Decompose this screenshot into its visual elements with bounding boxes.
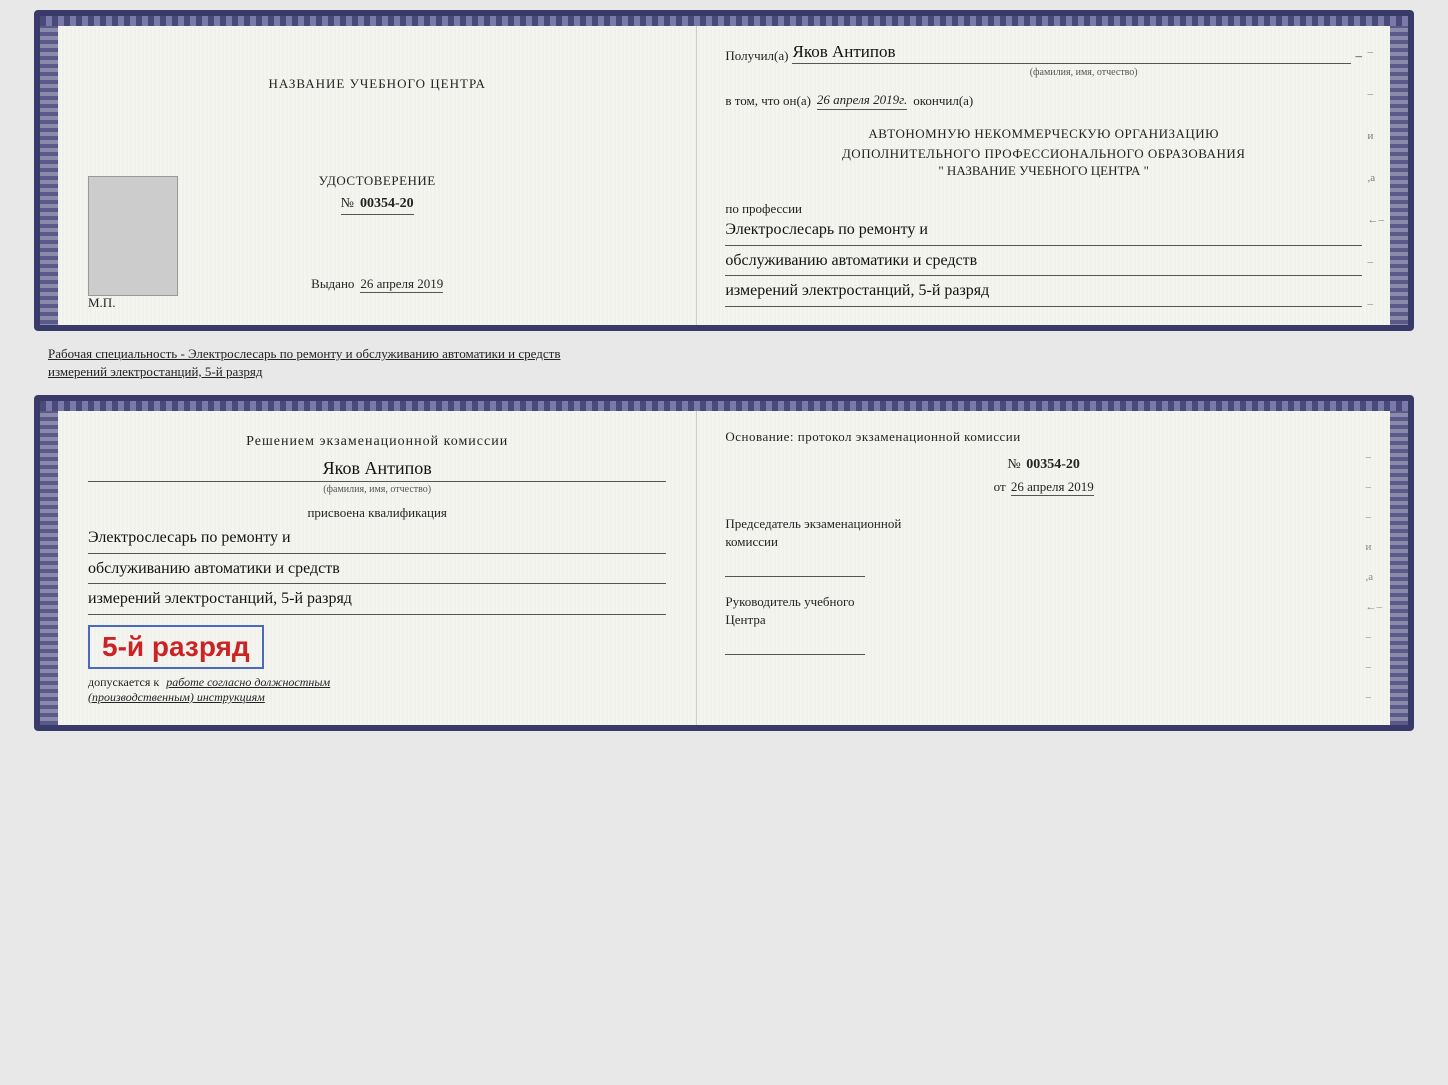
- director-line2: Центра: [725, 612, 765, 627]
- chairman-title: Председатель экзаменационной комиссии: [725, 515, 1362, 551]
- qual-line2: обслуживанию автоматики и средств: [88, 556, 666, 585]
- cert-right-panel: Получил(а) Яков Антипов – (фамилия, имя,…: [697, 26, 1390, 325]
- basis-date-display: от 26 апреля 2019: [725, 479, 1362, 495]
- org-line2: ДОПОЛНИТЕЛЬНОГО ПРОФЕССИОНАЛЬНОГО ОБРАЗО…: [725, 144, 1362, 164]
- issued-label: Выдано: [311, 276, 354, 291]
- director-title: Руководитель учебного Центра: [725, 593, 1362, 629]
- received-line: Получил(а) Яков Антипов –: [725, 42, 1362, 64]
- qualification-label: присвоена квалификация: [88, 505, 666, 521]
- director-line1: Руководитель учебного: [725, 594, 854, 609]
- profession-block: по профессии Электрослесарь по ремонту и…: [725, 189, 1362, 309]
- training-center-name-left: НАЗВАНИЕ УЧЕБНОГО ЦЕНТРА: [268, 76, 485, 92]
- qual-line1: Электрослесарь по ремонту и: [88, 525, 666, 554]
- left-border: [40, 16, 58, 325]
- director-signature-line: [725, 635, 865, 655]
- qual-line3: измерений электростанций, 5-й разряд: [88, 586, 666, 615]
- chairman-line2: комиссии: [725, 534, 778, 549]
- right-border: [1390, 16, 1408, 325]
- bottom-document: Решением экзаменационной комиссии Яков А…: [34, 395, 1414, 731]
- bottom-right-panel: Основание: протокол экзаменационной коми…: [697, 411, 1390, 725]
- issued-date: 26 апреля 2019: [360, 276, 443, 293]
- certifies-date: 26 апреля 2019г.: [817, 92, 907, 110]
- name-subtitle-top: (фамилия, имя, отчество): [725, 67, 1362, 78]
- cert-number-display: № 00354-20: [341, 194, 414, 215]
- qualification-text: Электрослесарь по ремонту и обслуживанию…: [88, 525, 666, 615]
- allowed-block: допускается к работе согласно должностны…: [88, 675, 666, 705]
- director-block: Руководитель учебного Центра: [725, 593, 1362, 655]
- allowed-work: работе согласно должностным: [166, 675, 330, 689]
- side-deco: – – и ,а ←– – – – – –: [1367, 46, 1384, 331]
- profession-line2: обслуживанию автоматики и средств: [725, 248, 1362, 277]
- side-letters-bottom: – – – и ,а ←– – – – –: [1366, 451, 1383, 731]
- cert-label-text: УДОСТОВЕРЕНИЕ: [319, 173, 436, 188]
- bottom-top-border: [40, 401, 1408, 411]
- mp-stamp-label: М.П.: [88, 295, 115, 311]
- certifies-label: в том, что он(а): [725, 93, 811, 109]
- basis-line1: Основание: протокол экзаменационной коми…: [725, 429, 1020, 444]
- basis-date-value: 26 апреля 2019: [1011, 479, 1094, 496]
- profession-line1: Электрослесарь по ремонту и: [725, 217, 1362, 246]
- rank-text: 5-й разряд: [102, 631, 250, 662]
- cert-number-prefix: №: [341, 196, 354, 211]
- profession-label: по профессии: [725, 201, 1362, 217]
- chairman-block: Председатель экзаменационной комиссии: [725, 515, 1362, 577]
- received-label: Получил(а): [725, 48, 788, 64]
- certifies-end: окончил(а): [913, 93, 973, 109]
- chairman-signature-line: [725, 557, 865, 577]
- cert-left-panel: НАЗВАНИЕ УЧЕБНОГО ЦЕНТРА УДОСТОВЕРЕНИЕ №…: [58, 26, 697, 325]
- basis-number: 00354-20: [1026, 457, 1080, 472]
- rank-box: 5-й разряд: [88, 625, 264, 669]
- middle-text-line1: Рабочая специальность - Электрослесарь п…: [48, 346, 560, 361]
- middle-text-line2: измерений электростанций, 5-й разряд: [48, 364, 262, 379]
- org-line1: АВТОНОМНУЮ НЕКОММЕРЧЕСКУЮ ОРГАНИЗАЦИЮ: [725, 124, 1362, 144]
- org-block: АВТОНОМНУЮ НЕКОММЕРЧЕСКУЮ ОРГАНИЗАЦИЮ ДО…: [725, 124, 1362, 179]
- allowed-label: допускается к: [88, 675, 159, 689]
- middle-description: Рабочая специальность - Электрослесарь п…: [34, 339, 1414, 387]
- profession-text: Электрослесарь по ремонту и обслуживанию…: [725, 217, 1362, 307]
- dash: –: [1355, 48, 1362, 64]
- top-document: НАЗВАНИЕ УЧЕБНОГО ЦЕНТРА УДОСТОВЕРЕНИЕ №…: [34, 10, 1414, 331]
- profession-line3: измерений электростанций, 5-й разряд: [725, 278, 1362, 307]
- basis-title: Основание: протокол экзаменационной коми…: [725, 427, 1362, 447]
- bottom-right-border: [1390, 401, 1408, 725]
- bottom-left-panel: Решением экзаменационной комиссии Яков А…: [58, 411, 697, 725]
- allowed-instructions: (производственным) инструкциям: [88, 690, 265, 704]
- basis-number-display: № 00354-20: [725, 457, 1362, 473]
- received-name: Яков Антипов: [792, 42, 1351, 64]
- basis-number-prefix: №: [1007, 457, 1020, 472]
- cert-number-value: 00354-20: [360, 196, 414, 211]
- org-name: " НАЗВАНИЕ УЧЕБНОГО ЦЕНТРА ": [725, 163, 1362, 179]
- photo-placeholder: [88, 176, 178, 296]
- chairman-line1: Председатель экзаменационной: [725, 516, 901, 531]
- certifies-line: в том, что он(а) 26 апреля 2019г. окончи…: [725, 92, 1362, 110]
- commission-name-subtitle: (фамилия, имя, отчество): [88, 484, 666, 495]
- top-border: [40, 16, 1408, 26]
- commission-name: Яков Антипов: [88, 458, 666, 482]
- bottom-left-border: [40, 401, 58, 725]
- commission-title: Решением экзаменационной комиссии: [88, 431, 666, 452]
- basis-date-prefix: от: [994, 479, 1006, 494]
